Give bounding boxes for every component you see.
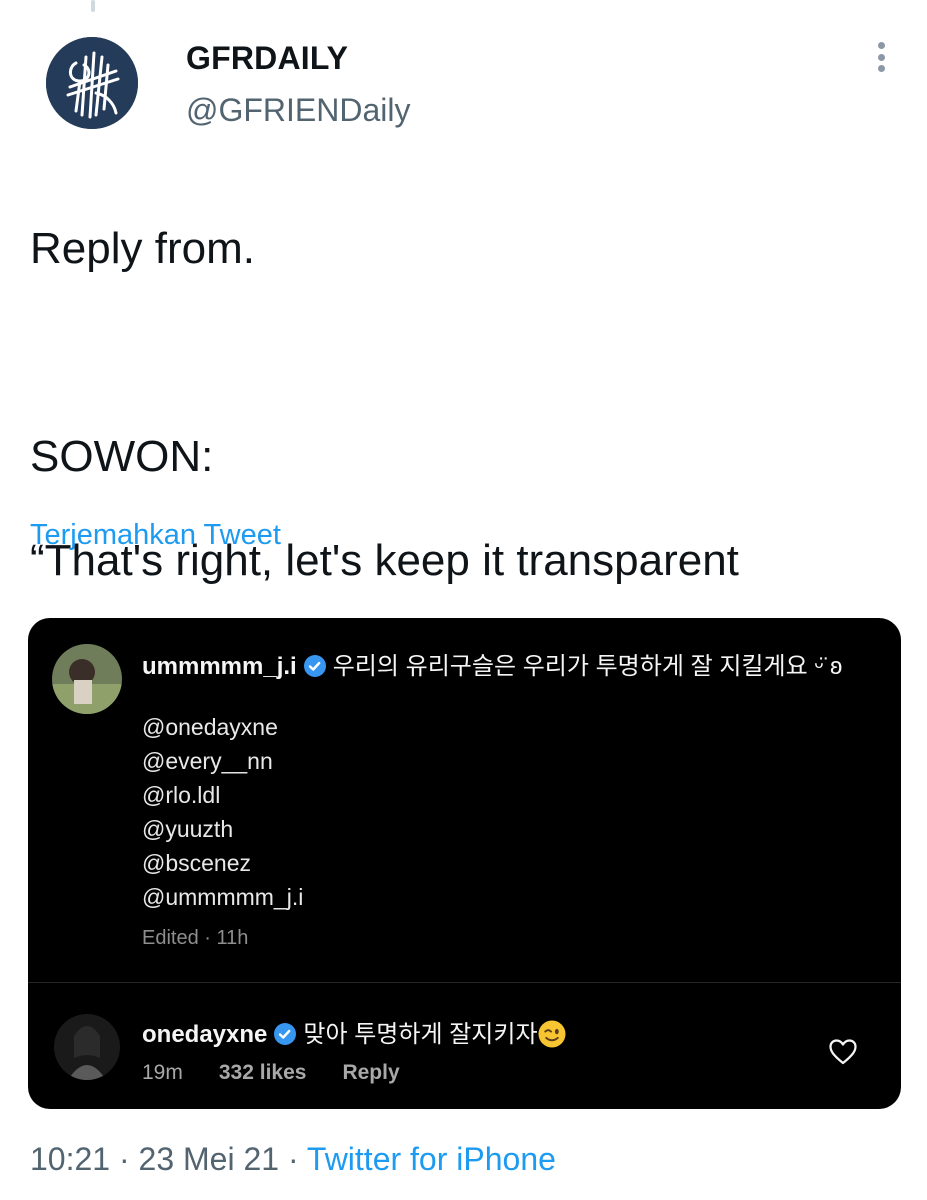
more-dot-icon bbox=[877, 53, 885, 61]
author-handle[interactable]: @GFRIENDaily bbox=[186, 92, 411, 129]
more-options-button[interactable] bbox=[866, 40, 896, 74]
gfr-logo-icon bbox=[46, 37, 138, 129]
tweet-source-link[interactable]: Twitter for iPhone bbox=[307, 1141, 556, 1177]
mention-item: @rlo.ldl bbox=[142, 782, 221, 808]
reply-time: 19m bbox=[142, 1061, 183, 1084]
author-avatar[interactable] bbox=[46, 37, 138, 129]
heart-icon bbox=[829, 1039, 857, 1065]
reply-likes: 332 likes bbox=[218, 1061, 307, 1084]
more-dot-icon bbox=[877, 42, 885, 49]
thread-connector-line bbox=[91, 0, 95, 12]
author-display-name[interactable]: GFRDAILY bbox=[186, 40, 348, 77]
comment-meta: Edited · 11h bbox=[142, 927, 249, 949]
tweet-footer: 10:21 · 23 Mei 21 · Twitter for iPhone bbox=[30, 1141, 556, 1178]
tweet-line-2: SOWON: bbox=[30, 432, 214, 481]
mention-item: @bscenez bbox=[142, 850, 252, 876]
reply-meta: 19m 332 likes Reply bbox=[142, 1061, 400, 1085]
verified-badge-icon bbox=[303, 655, 326, 677]
tweet-line-1: Reply from. bbox=[30, 224, 255, 273]
ig-comment-line: ummmmm_j.i 우리의 유리구슬은 우리가 투명하게 잘 지킬게요 ᵕ̈ ʚ bbox=[142, 646, 842, 681]
divider bbox=[28, 982, 901, 983]
commenter-avatar bbox=[52, 644, 122, 714]
mentions-list: @onedayxne @every__nn @rlo.ldl @yuuzth @… bbox=[142, 710, 303, 914]
reply-button: Reply bbox=[342, 1061, 400, 1084]
translate-tweet-link[interactable]: Terjemahkan Tweet bbox=[30, 519, 281, 552]
replier-avatar bbox=[54, 1014, 120, 1080]
mention-item: @onedayxne bbox=[142, 714, 278, 740]
replier-username: onedayxne bbox=[142, 1021, 268, 1048]
comment-text: 우리의 유리구슬은 우리가 투명하게 잘 지킬게요 ᵕ̈ ʚ bbox=[332, 653, 843, 680]
mention-item: @ummmmm_j.i bbox=[142, 884, 304, 910]
tweet-media-image[interactable]: ummmmm_j.i 우리의 유리구슬은 우리가 투명하게 잘 지킬게요 ᵕ̈ ʚ… bbox=[28, 618, 901, 1109]
mention-item: @yuuzth bbox=[142, 816, 234, 842]
ig-reply-line: onedayxne 맞아 투명하게 잘지키자 bbox=[142, 1014, 566, 1049]
more-dot-icon bbox=[877, 65, 885, 72]
commenter-username: ummmmm_j.i bbox=[142, 653, 297, 680]
reply-text: 맞아 투명하게 잘지키자 bbox=[303, 1021, 538, 1048]
verified-badge-icon bbox=[274, 1023, 297, 1045]
mention-item: @every__nn bbox=[142, 748, 273, 774]
tweet-timestamp[interactable]: 10:21 · 23 Mei 21 · bbox=[30, 1141, 307, 1177]
winking-face-icon bbox=[538, 1020, 566, 1048]
